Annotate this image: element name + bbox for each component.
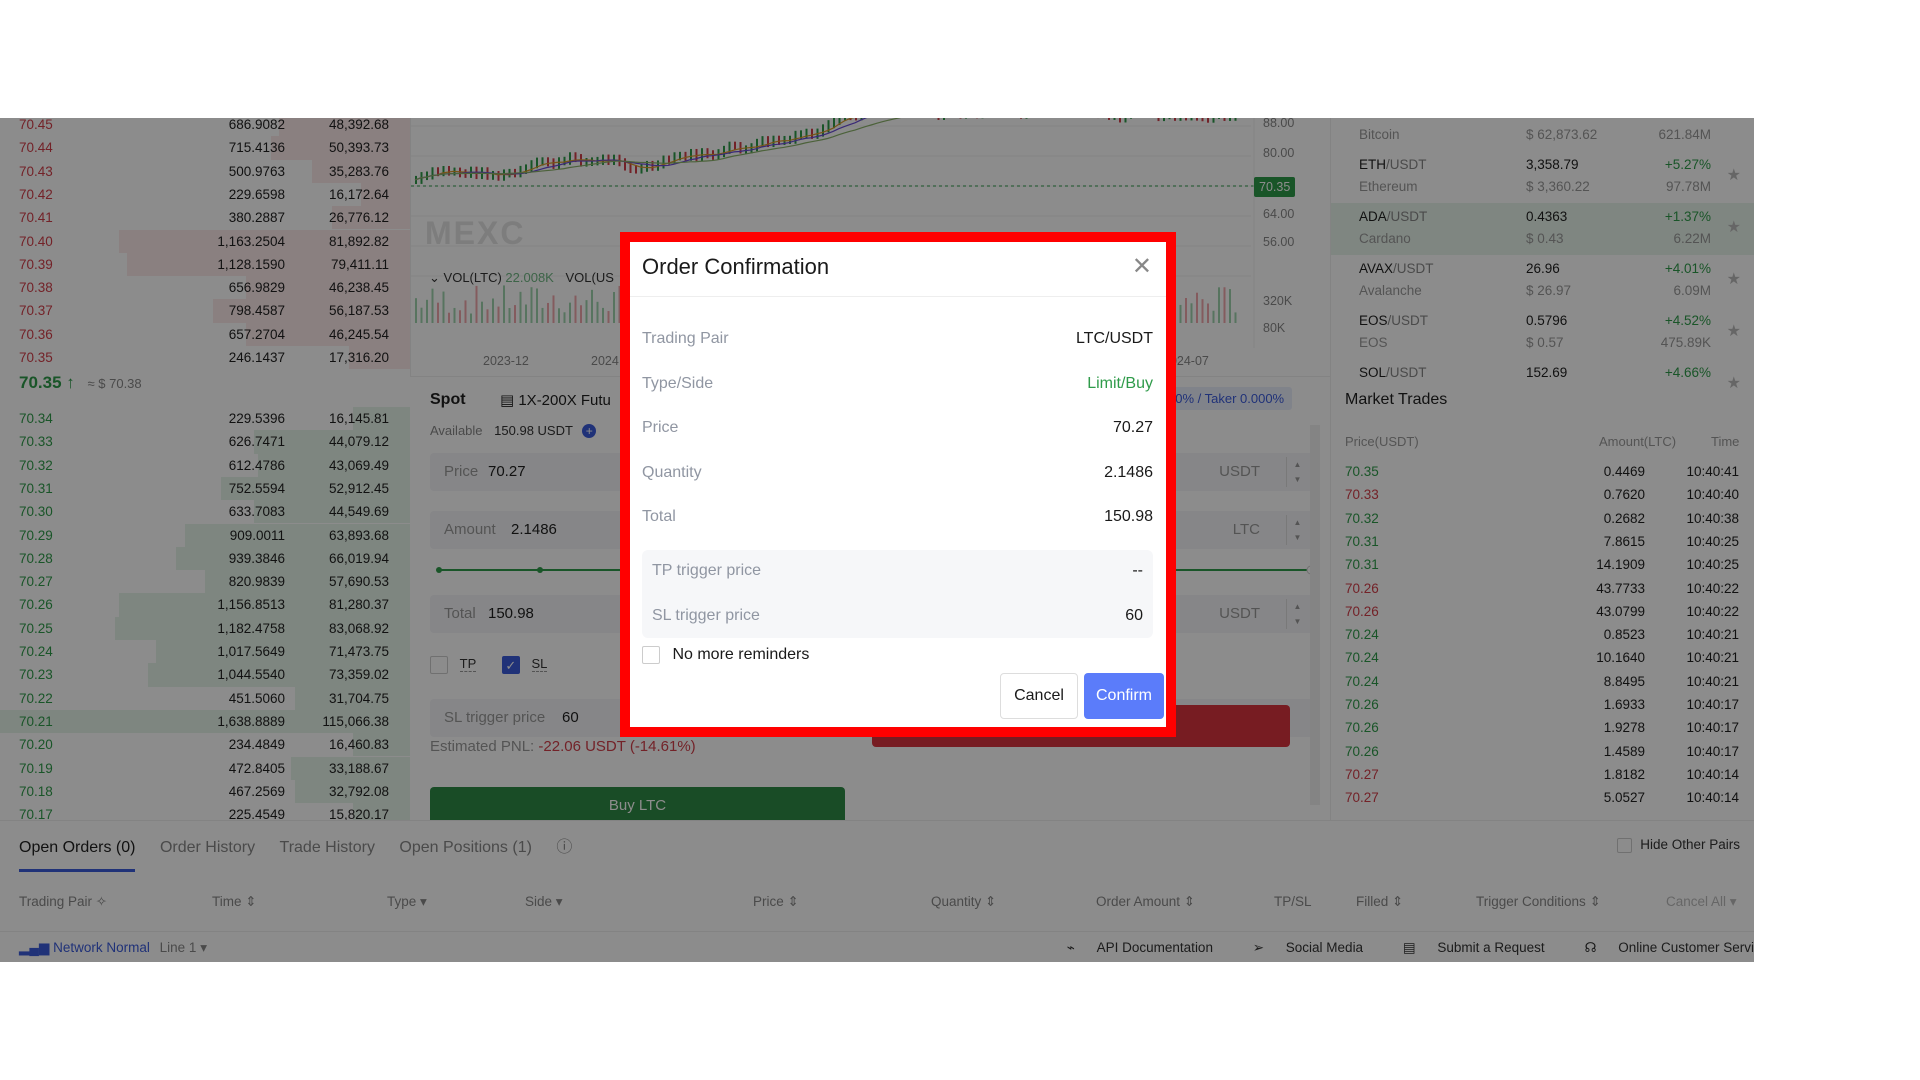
detail-value: Limit/Buy — [1087, 374, 1153, 392]
detail-label: Price — [642, 419, 679, 436]
detail-label: Total — [642, 508, 676, 525]
detail-value: LTC/USDT — [1075, 330, 1153, 347]
order-confirmation-dialog: Order Confirmation ✕ Trading Pair LTC/USD… — [620, 232, 1176, 737]
close-icon[interactable]: ✕ — [1132, 252, 1152, 281]
dialog-title: Order Confirmation — [642, 254, 830, 279]
tp-trigger-value: -- — [1132, 562, 1143, 579]
detail-value: 150.98 — [1104, 508, 1153, 525]
sl-trigger-value: 60 — [1125, 607, 1143, 624]
tp-sl-summary: TP trigger price -- SL trigger price 60 — [642, 550, 1153, 638]
no-more-reminders[interactable]: No more reminders — [642, 646, 809, 664]
detail-value: 70.27 — [1112, 419, 1153, 436]
detail-label: Quantity — [642, 463, 702, 481]
detail-label: Trading Pair — [642, 330, 729, 347]
cancel-button[interactable]: Cancel — [1000, 673, 1078, 719]
detail-value: 2.1486 — [1104, 463, 1153, 481]
dialog-divider — [630, 296, 1166, 297]
detail-label: Type/Side — [642, 374, 714, 392]
no-more-reminders-checkbox[interactable] — [642, 646, 660, 664]
confirm-button[interactable]: Confirm — [1084, 673, 1164, 719]
